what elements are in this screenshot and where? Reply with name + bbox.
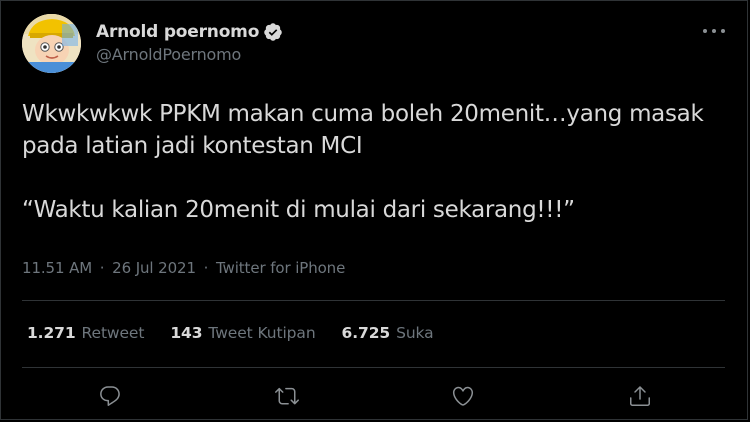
tweet-meta: 11.51 AM · 26 Jul 2021 · Twitter for iPh… xyxy=(22,259,345,277)
quote-count-value: 143 xyxy=(170,324,203,342)
verified-badge-icon xyxy=(263,22,283,42)
tweet-text: Wkwkwkwk PPKM makan cuma boleh 20menit…y… xyxy=(22,98,727,226)
reply-icon xyxy=(100,386,120,406)
tweet-source[interactable]: Twitter for iPhone xyxy=(216,259,345,277)
divider xyxy=(22,300,725,301)
tweet-actions xyxy=(1,381,750,411)
retweet-count[interactable]: 1.271 Retweet xyxy=(27,324,144,342)
more-horizontal-icon[interactable] xyxy=(703,21,725,41)
tweet-stats: 1.271 Retweet 143 Tweet Kutipan 6.725 Su… xyxy=(27,324,460,342)
like-button[interactable] xyxy=(448,381,478,411)
retweet-icon xyxy=(275,387,299,405)
author-handle[interactable]: @ArnoldPoernomo xyxy=(96,45,241,64)
retweet-count-label: Retweet xyxy=(81,324,145,342)
quote-count-label: Tweet Kutipan xyxy=(208,324,316,342)
share-button[interactable] xyxy=(625,381,655,411)
divider xyxy=(22,367,725,368)
like-count-value: 6.725 xyxy=(341,324,391,342)
tweet-card: Arnold poernomo @ArnoldPoernomo Wkwkwkwk… xyxy=(0,0,748,420)
heart-icon xyxy=(452,386,474,406)
more-dot xyxy=(721,29,725,33)
like-count-label: Suka xyxy=(396,324,434,342)
avatar-image xyxy=(22,14,81,73)
author-row: Arnold poernomo xyxy=(96,20,283,44)
author-name[interactable]: Arnold poernomo xyxy=(96,22,259,42)
tweet-text-paragraph: Wkwkwkwk PPKM makan cuma boleh 20menit…y… xyxy=(22,101,704,159)
meta-separator: · xyxy=(203,259,209,277)
meta-separator: · xyxy=(99,259,105,277)
quote-count[interactable]: 143 Tweet Kutipan xyxy=(170,324,315,342)
avatar[interactable] xyxy=(22,14,81,73)
reply-button[interactable] xyxy=(95,381,125,411)
like-count[interactable]: 6.725 Suka xyxy=(342,324,434,342)
more-dot xyxy=(712,29,716,33)
tweet-text-paragraph: “Waktu kalian 20menit di mulai dari seka… xyxy=(22,197,575,223)
more-dot xyxy=(703,29,707,33)
retweet-button[interactable] xyxy=(272,381,302,411)
tweet-time[interactable]: 11.51 AM xyxy=(22,259,92,277)
share-icon xyxy=(630,386,650,406)
retweet-count-value: 1.271 xyxy=(27,324,76,342)
tweet-date[interactable]: 26 Jul 2021 xyxy=(112,259,196,277)
